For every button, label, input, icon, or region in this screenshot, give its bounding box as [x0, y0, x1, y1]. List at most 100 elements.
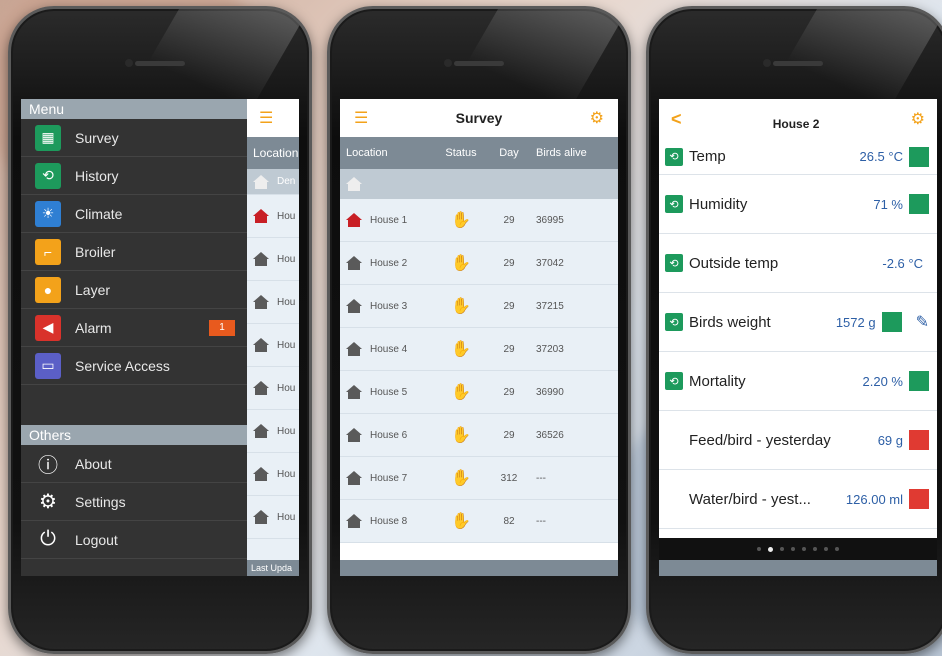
- front-camera: [763, 59, 771, 67]
- gear-icon[interactable]: ⚙: [911, 109, 925, 129]
- status-indicator: [881, 312, 902, 332]
- gear-icon[interactable]: ⚙: [590, 108, 604, 128]
- history-icon[interactable]: ⟲: [665, 372, 683, 390]
- table-row[interactable]: House 4 ✋ 29 37203: [340, 328, 618, 371]
- birds-alive-cell: ---: [536, 472, 546, 484]
- group-row[interactable]: [340, 169, 618, 199]
- speaker-grille: [454, 61, 504, 66]
- back-chevron-icon[interactable]: <: [671, 109, 682, 130]
- parameter-label: Mortality: [689, 372, 746, 390]
- menu-section-header: Menu: [21, 99, 247, 119]
- page-dot[interactable]: [768, 546, 773, 552]
- parameter-label: Birds weight: [689, 313, 771, 331]
- front-camera: [444, 59, 452, 67]
- history-icon[interactable]: ⟲: [665, 254, 683, 272]
- peek-house-label: Hou: [277, 253, 296, 265]
- location-label: House 4: [370, 343, 408, 355]
- peek-house-row[interactable]: Hou: [247, 324, 299, 367]
- page-dot[interactable]: [835, 547, 839, 551]
- menu-item-about[interactable]: ⓘ About: [21, 445, 247, 483]
- house-toolbar: < House 2 ⚙: [659, 99, 937, 139]
- page-dot[interactable]: [813, 547, 817, 551]
- history-icon[interactable]: ⟲: [665, 195, 683, 213]
- birds-alive-cell: 36995: [536, 214, 564, 226]
- menu-item-service-access[interactable]: ▭ Service Access: [21, 347, 247, 385]
- parameter-row[interactable]: ⟲ Humidity 71 %: [659, 175, 937, 234]
- table-row[interactable]: House 5 ✋ 29 36990: [340, 371, 618, 414]
- col-birds-alive[interactable]: Birds alive: [528, 147, 618, 159]
- page-dot[interactable]: [802, 547, 806, 551]
- parameter-row[interactable]: Water/bird - yest... 126.00 ml: [659, 470, 937, 529]
- list-icon[interactable]: ☰: [247, 99, 299, 137]
- table-row[interactable]: House 2 ✋ 29 37042: [340, 242, 618, 285]
- house-icon: [253, 209, 269, 223]
- col-day[interactable]: Day: [490, 147, 528, 159]
- page-dot[interactable]: [791, 547, 795, 551]
- peek-house-row[interactable]: Hou: [247, 238, 299, 281]
- parameter-row[interactable]: ⟲ Outside temp -2.6 °C: [659, 234, 937, 293]
- menu-item-label: Logout: [75, 531, 118, 548]
- peek-house-label: Hou: [277, 511, 296, 523]
- house-icon: [346, 428, 362, 442]
- survey-peek[interactable]: ☰ Location Den Hou Hou Hou Hou Hou Hou Hou Hou …: [247, 99, 299, 576]
- table-row[interactable]: House 6 ✋ 29 36526: [340, 414, 618, 457]
- peek-house-row[interactable]: Hou: [247, 453, 299, 496]
- glass-reflection: [443, 9, 628, 104]
- menu-item-label: Climate: [75, 205, 123, 222]
- parameter-label: Outside temp: [689, 254, 779, 272]
- parameter-row[interactable]: ⟲ Birds weight 1572 g ✎: [659, 293, 937, 352]
- menu-item-survey[interactable]: ▦ Survey: [21, 119, 247, 157]
- day-cell: 82: [503, 515, 515, 527]
- page-indicator[interactable]: [659, 538, 937, 560]
- col-status[interactable]: Status: [432, 147, 490, 159]
- history-icon[interactable]: ⟲: [665, 313, 683, 331]
- parameter-value: 126.00 ml: [845, 491, 903, 507]
- table-row[interactable]: House 1 ✋ 29 36995: [340, 199, 618, 242]
- location-cell: House 1: [340, 213, 432, 227]
- menu-item-label: Layer: [75, 281, 111, 298]
- peek-house-label: Hou: [277, 468, 296, 480]
- menu-item-broiler[interactable]: ⌐ Broiler: [21, 233, 247, 271]
- table-row[interactable]: House 8 ✋ 82 ---: [340, 500, 618, 543]
- peek-house-row[interactable]: Hou: [247, 410, 299, 453]
- location-label: House 8: [370, 515, 408, 527]
- menu-list-icon[interactable]: ☰: [354, 108, 368, 128]
- menu-item-climate[interactable]: ☀ Climate: [21, 195, 247, 233]
- peek-house-row[interactable]: Hou: [247, 195, 299, 238]
- house-group-icon: [346, 177, 362, 191]
- info-icon: ⓘ: [38, 455, 58, 477]
- page-dot[interactable]: [824, 547, 828, 551]
- location-label: House 2: [370, 257, 408, 269]
- parameter-row[interactable]: Feed/bird - yesterday 69 g: [659, 411, 937, 470]
- menu-item-layer[interactable]: ● Layer: [21, 271, 247, 309]
- day-cell: 29: [503, 257, 515, 269]
- status-indicator: [909, 371, 929, 391]
- table-row[interactable]: House 3 ✋ 29 37215: [340, 285, 618, 328]
- parameter-label: Humidity: [689, 195, 748, 213]
- house-group-icon: [253, 174, 269, 189]
- col-location[interactable]: Location: [340, 147, 432, 159]
- parameter-row[interactable]: ⟲ Temp 26.5 °C: [659, 139, 937, 175]
- history-icon[interactable]: ⟲: [665, 147, 683, 166]
- menu-item-settings[interactable]: ⚙ Settings: [21, 483, 247, 521]
- status-indicator: [909, 146, 929, 167]
- birds-alive-cell: 36526: [536, 429, 564, 441]
- peek-house-row[interactable]: Hou: [247, 281, 299, 324]
- table-row[interactable]: House 7 ✋ 312 ---: [340, 457, 618, 500]
- menu-item-history[interactable]: ⟲ History: [21, 157, 247, 195]
- page-dot[interactable]: [757, 547, 761, 551]
- table-icon: ▦: [35, 124, 61, 151]
- peek-house-row[interactable]: Hou: [247, 367, 299, 410]
- peek-house-label: Hou: [277, 339, 296, 351]
- house-icon: [253, 252, 269, 266]
- menu-item-logout[interactable]: ⏻ Logout: [21, 521, 247, 559]
- peek-house-row[interactable]: Hou: [247, 496, 299, 539]
- menu-item-alarm[interactable]: ◀ Alarm 1: [21, 309, 247, 347]
- parameter-row[interactable]: ⟲ Mortality 2.20 %: [659, 352, 937, 411]
- birds-alive-cell: 37215: [536, 300, 564, 312]
- climate-icon: ☀: [35, 200, 61, 227]
- pencil-icon[interactable]: ✎: [916, 312, 929, 332]
- parameter-value: 69 g: [877, 432, 903, 448]
- house-icon: [253, 338, 269, 352]
- page-dot[interactable]: [780, 547, 784, 551]
